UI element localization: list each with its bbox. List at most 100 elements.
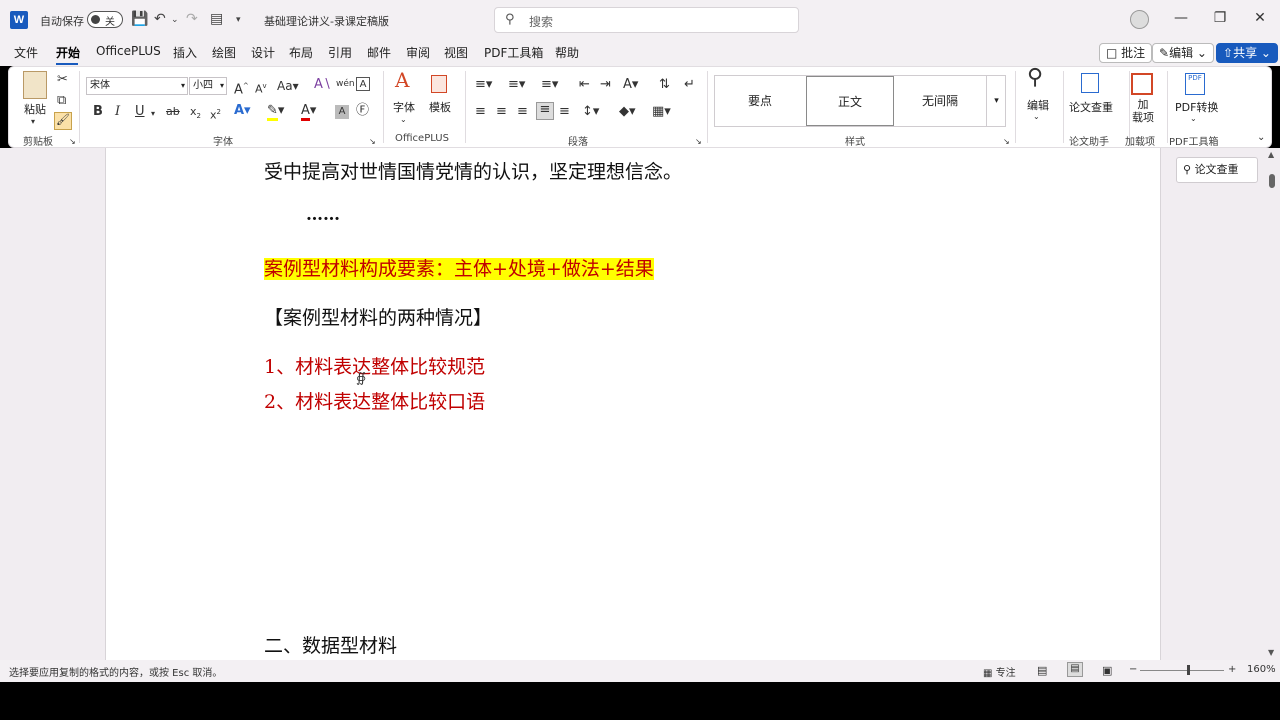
zoom-slider-track[interactable] <box>1140 670 1224 671</box>
read-mode-icon[interactable]: ▤ <box>1037 664 1047 677</box>
zoom-slider-thumb[interactable] <box>1187 665 1190 675</box>
underline-icon[interactable]: U <box>135 105 145 119</box>
underline-dropdown-icon[interactable]: ▾ <box>151 107 155 121</box>
numbering-icon[interactable]: ≡▾ <box>508 78 525 92</box>
document-title[interactable]: 基础理论讲义-录课定稿版 <box>264 13 389 29</box>
decrease-indent-icon[interactable]: ⇤ <box>579 78 590 92</box>
font-name-combo[interactable]: 宋体 ▾ <box>86 77 188 95</box>
subscript-icon[interactable]: x2 <box>190 105 201 123</box>
format-painter-quick-icon[interactable]: ▤ <box>210 11 223 27</box>
strikethrough-icon[interactable]: ab <box>166 105 180 119</box>
search-box[interactable]: ⚲ 搜索 <box>494 7 799 33</box>
distributed-icon[interactable]: ≡ <box>559 105 570 119</box>
body-text-line[interactable]: 受中提高对世情国情党情的认识，坚定理想信念。 <box>264 157 682 184</box>
text-effects-icon[interactable]: A▾ <box>234 104 251 118</box>
font-color-icon[interactable]: A▾ <box>301 103 316 121</box>
clear-formatting-icon[interactable]: A∖ <box>314 78 331 92</box>
highlight-icon[interactable]: ✎▾ <box>267 103 284 121</box>
zoom-in-icon[interactable]: + <box>1228 664 1236 675</box>
addins-icon[interactable] <box>1131 73 1153 95</box>
tab-insert[interactable]: 插入 <box>173 44 197 61</box>
sort-icon[interactable]: ⇅ <box>659 78 670 92</box>
bullets-icon[interactable]: ≡▾ <box>475 78 492 92</box>
tab-references[interactable]: 引用 <box>328 44 352 61</box>
copy-icon[interactable]: ⧉ <box>57 94 66 108</box>
style-no-spacing[interactable]: 无间隔 <box>896 76 984 126</box>
pdf-convert-label[interactable]: PDF转换 <box>1175 99 1218 115</box>
account-avatar-icon[interactable] <box>1130 10 1149 29</box>
undo-icon[interactable]: ↶ <box>154 11 166 27</box>
section-heading[interactable]: 二、数据型材料 <box>264 631 397 658</box>
clipboard-launcher-icon[interactable]: ↘ <box>69 135 76 149</box>
paste-dropdown-icon[interactable]: ▾ <box>31 115 35 129</box>
tab-mailings[interactable]: 邮件 <box>367 44 391 61</box>
shading-icon[interactable]: ◆▾ <box>619 105 636 119</box>
styles-more-icon[interactable]: ▾ <box>986 76 1006 126</box>
chevron-down-icon[interactable]: ⌄ <box>400 113 407 127</box>
chevron-down-icon[interactable]: ⌄ <box>1190 112 1197 126</box>
template-label[interactable]: 模板 <box>429 99 451 115</box>
align-center-icon[interactable]: ≡ <box>496 105 507 119</box>
tab-home[interactable]: 开始 <box>56 44 80 61</box>
asian-layout-icon[interactable]: A▾ <box>623 78 638 92</box>
title-dropdown-icon[interactable]: ⌄ <box>381 12 389 28</box>
phonetic-guide-icon[interactable]: wén <box>336 77 355 91</box>
multilevel-list-icon[interactable]: ≡▾ <box>541 78 558 92</box>
show-marks-icon[interactable]: ↵ <box>684 78 695 92</box>
tab-view[interactable]: 视图 <box>444 44 468 61</box>
borders-icon[interactable]: ▦▾ <box>652 105 671 119</box>
style-normal[interactable]: 正文 <box>806 76 894 126</box>
highlighted-line[interactable]: 案例型材料构成要素：主体+处境+做法+结果 <box>264 254 654 281</box>
character-shading-icon[interactable]: A <box>335 105 349 119</box>
change-case-icon[interactable]: Aa▾ <box>277 79 299 93</box>
vertical-scrollbar[interactable]: ▲ ▼ <box>1266 150 1278 660</box>
paste-icon[interactable] <box>23 71 47 99</box>
zoom-out-icon[interactable]: − <box>1129 664 1137 675</box>
editing-mode-button[interactable]: ✎编辑 ⌄ <box>1152 43 1214 63</box>
shrink-font-icon[interactable]: Av <box>255 79 267 97</box>
align-right-icon[interactable]: ≡ <box>517 105 528 119</box>
list-item[interactable]: 2、材料表达整体比较口语 <box>264 387 485 414</box>
tab-file[interactable]: 文件 <box>14 44 38 61</box>
section-subtitle[interactable]: 【案例型材料的两种情况】 <box>264 303 492 330</box>
italic-icon[interactable]: I <box>115 105 120 119</box>
list-item[interactable]: 1、材料表达整体比较规范 <box>264 352 485 379</box>
style-key-points[interactable]: 要点 <box>716 76 804 126</box>
tab-design[interactable]: 设计 <box>251 44 275 61</box>
undo-dropdown-icon[interactable]: ⌄ <box>171 12 179 28</box>
addins-label[interactable]: 加 载项 <box>1131 98 1155 124</box>
minimize-icon[interactable]: — <box>1171 10 1191 26</box>
justify-icon[interactable]: ≡ <box>536 102 554 120</box>
character-border-icon[interactable]: A <box>356 77 370 91</box>
thesis-check-label[interactable]: 论文查重 <box>1069 99 1113 115</box>
customize-toolbar-icon[interactable]: ▾ <box>236 12 241 28</box>
zoom-level[interactable]: 160% <box>1247 664 1276 675</box>
styles-launcher-icon[interactable]: ↘ <box>1003 135 1010 149</box>
font-launcher-icon[interactable]: ↘ <box>369 135 376 149</box>
autosave-toggle[interactable]: 关 <box>87 11 123 28</box>
ellipsis-line[interactable]: …… <box>306 205 340 225</box>
format-painter-icon[interactable]: 🖌 <box>54 112 72 130</box>
thesis-check-side-button[interactable]: ⚲ 论文查重 <box>1176 157 1258 183</box>
collapse-ribbon-icon[interactable]: ⌄ <box>1257 131 1265 145</box>
restore-icon[interactable]: ❐ <box>1210 10 1230 26</box>
template-icon[interactable] <box>431 75 447 93</box>
close-icon[interactable]: ✕ <box>1250 10 1270 26</box>
tab-layout[interactable]: 布局 <box>289 44 313 61</box>
tab-review[interactable]: 审阅 <box>406 44 430 61</box>
share-button[interactable]: ⇧共享 ⌄ <box>1216 43 1278 63</box>
scroll-down-icon[interactable]: ▼ <box>1268 648 1274 657</box>
print-layout-icon[interactable]: ▤ <box>1067 662 1083 677</box>
tab-officeplus[interactable]: OfficePLUS <box>96 44 161 58</box>
find-icon[interactable]: ⚲ <box>1027 67 1043 89</box>
thesis-check-icon[interactable] <box>1081 73 1099 93</box>
web-layout-icon[interactable]: ▣ <box>1102 664 1112 677</box>
scroll-up-icon[interactable]: ▲ <box>1268 150 1274 159</box>
tab-draw[interactable]: 绘图 <box>212 44 236 61</box>
tab-help[interactable]: 帮助 <box>555 44 579 61</box>
tab-pdf-toolbox[interactable]: PDF工具箱 <box>484 44 543 61</box>
font-size-combo[interactable]: 小四 ▾ <box>189 77 227 95</box>
superscript-icon[interactable]: x2 <box>210 105 221 123</box>
comments-button[interactable]: □ 批注 <box>1099 43 1153 63</box>
focus-mode-button[interactable]: ▦ 专注 <box>983 664 1016 679</box>
